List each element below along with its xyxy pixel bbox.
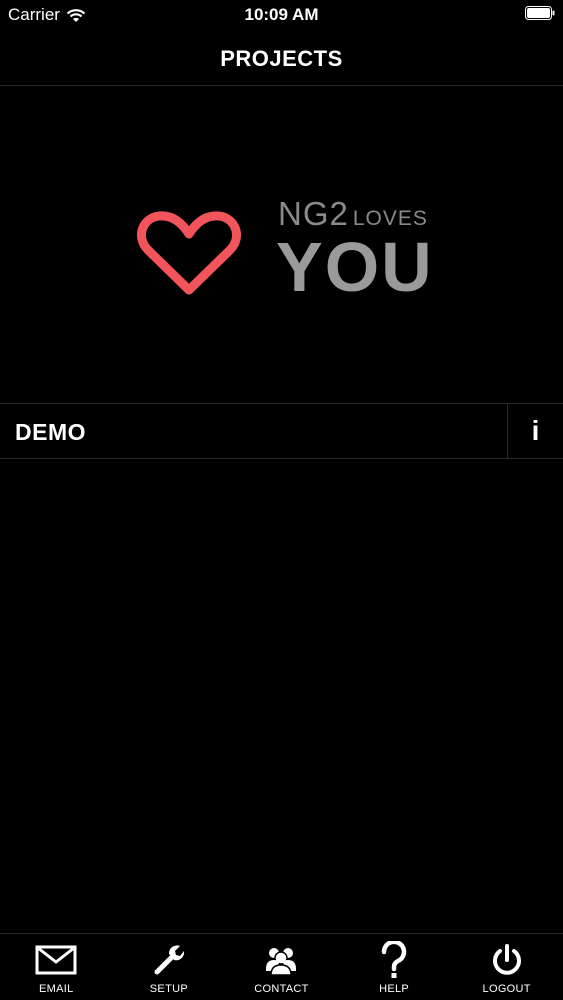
tab-setup-label: SETUP [149,983,188,995]
tab-logout[interactable]: LOGOUT [450,934,563,1000]
project-name: DEMO [15,419,86,445]
wrench-icon [147,942,191,978]
status-time: 10:09 AM [244,5,319,24]
project-row-demo[interactable]: DEMO i [0,403,563,459]
heart-icon [137,211,241,295]
logo-you-text: YOU [276,228,434,306]
question-icon [372,941,416,978]
tab-email-label: EMAIL [39,983,74,995]
tab-bar: EMAIL SETUP CONTACT HELP LOGOUT [0,933,563,1000]
logo-loves-text: LOVES [352,207,428,230]
project-info-button[interactable]: i [507,404,563,458]
envelope-icon [34,942,78,978]
tab-help[interactable]: HELP [338,934,451,1000]
page-title: PROJECTS [220,46,343,71]
projects-screen: Carrier 10:09 AM PROJECTS NG2 LOVES YOU D… [0,0,563,1000]
tab-logout-label: LOGOUT [482,983,531,995]
tab-contact-label: CONTACT [254,983,309,995]
tab-contact[interactable]: CONTACT [225,934,338,1000]
tab-email[interactable]: EMAIL [0,934,113,1000]
people-icon [259,942,303,978]
info-icon: i [531,415,540,446]
brand-logo: NG2 LOVES YOU [0,190,563,310]
tab-help-label: HELP [379,983,410,995]
navigation-bar: PROJECTS [0,30,563,86]
logo-ng2-text: NG2 [278,195,349,232]
power-icon [485,942,529,978]
status-bar: Carrier 10:09 AM [0,0,563,30]
tab-setup[interactable]: SETUP [113,934,226,1000]
battery-icon [525,6,555,20]
